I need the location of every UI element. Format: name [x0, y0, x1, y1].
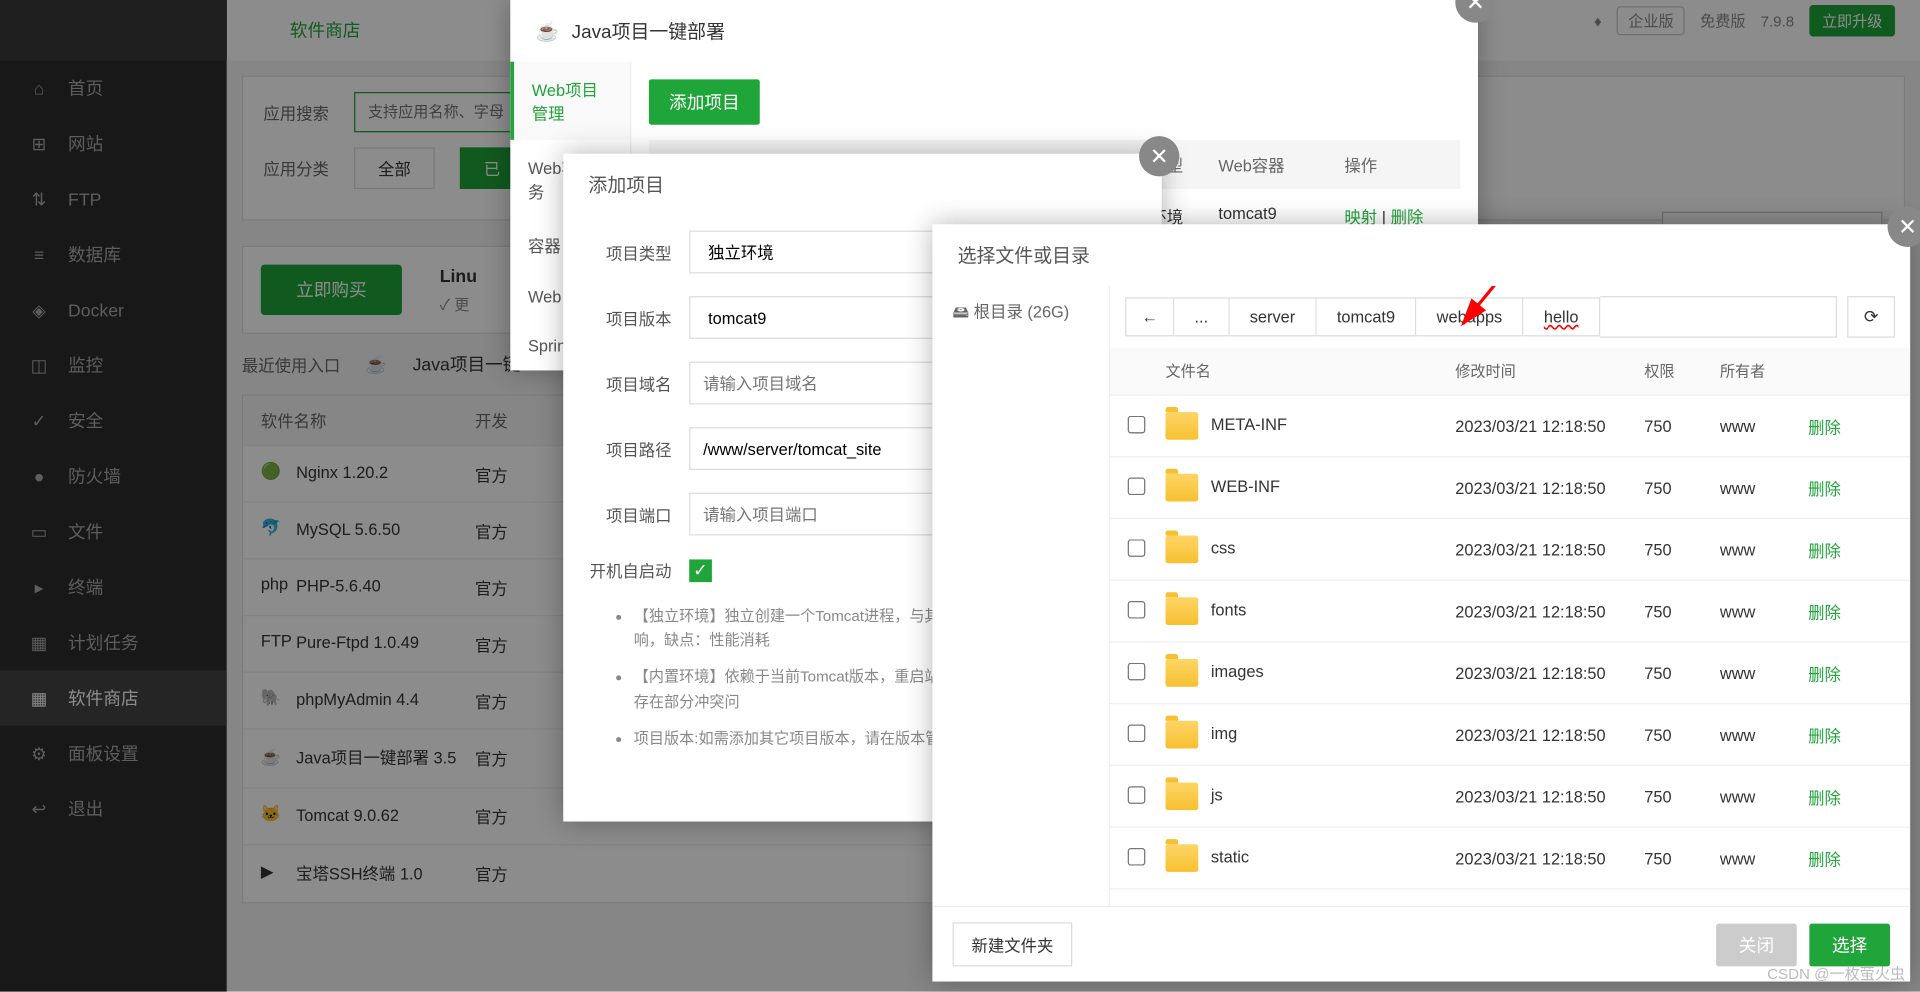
file-perm: 750 — [1644, 478, 1720, 497]
folder-icon — [1166, 659, 1199, 687]
file-perm: 750 — [1644, 787, 1720, 806]
file-mtime: 2023/03/21 12:18:50 — [1455, 849, 1644, 868]
file-perm: 750 — [1644, 540, 1720, 559]
file-mtime: 2023/03/21 12:18:50 — [1455, 416, 1644, 435]
port-label: 项目端口 — [588, 502, 689, 526]
select-button[interactable]: 选择 — [1809, 923, 1890, 966]
auto-checkbox[interactable]: ✓ — [689, 559, 712, 582]
file-mtime: 2023/03/21 12:18:50 — [1455, 602, 1644, 621]
close-icon[interactable]: ✕ — [1139, 136, 1179, 176]
folder-icon — [1166, 782, 1199, 810]
file-mtime: 2023/03/21 12:18:50 — [1455, 787, 1644, 806]
file-perm: 750 — [1644, 849, 1720, 868]
folder-icon — [1166, 474, 1199, 502]
back-button[interactable]: ← — [1125, 297, 1174, 336]
col-mtime: 修改时间 — [1455, 360, 1644, 381]
modal-side-tab[interactable]: Web项目管理 — [510, 62, 630, 140]
java-icon: ☕ — [536, 20, 560, 43]
file-delete-link[interactable]: 删除 — [1808, 723, 1884, 747]
auto-label: 开机自启动 — [588, 558, 689, 582]
modal3-title: 选择文件或目录 — [932, 224, 1910, 286]
file-owner: www — [1720, 602, 1808, 621]
path-label: 项目路径 — [588, 437, 689, 461]
file-row[interactable]: WEB-INF 2023/03/21 12:18:50 750 www 删除 — [1110, 457, 1910, 519]
file-row[interactable]: fonts 2023/03/21 12:18:50 750 www 删除 — [1110, 581, 1910, 643]
file-checkbox[interactable] — [1128, 415, 1146, 433]
file-delete-link[interactable]: 删除 — [1808, 537, 1884, 561]
newdir-button[interactable]: 新建文件夹 — [953, 922, 1073, 966]
file-checkbox[interactable] — [1128, 847, 1146, 865]
file-owner: www — [1720, 849, 1808, 868]
col-filename: 文件名 — [1166, 360, 1456, 381]
file-delete-link[interactable]: 删除 — [1808, 599, 1884, 623]
folder-icon — [1166, 536, 1199, 564]
file-browser-modal: ✕ 选择文件或目录 🖴 根目录 (26G) ← ...servertomcat9… — [932, 224, 1910, 981]
file-checkbox[interactable] — [1128, 662, 1146, 680]
breadcrumb-segment[interactable]: server — [1230, 297, 1317, 336]
folder-icon — [1166, 597, 1199, 625]
file-delete-link[interactable]: 删除 — [1808, 784, 1884, 808]
breadcrumb: ← ...servertomcat9webappshello ⟳ — [1110, 286, 1910, 348]
file-checkbox[interactable] — [1128, 786, 1146, 804]
file-perm: 750 — [1644, 602, 1720, 621]
folder-icon — [1166, 412, 1199, 440]
file-owner: www — [1720, 540, 1808, 559]
folder-icon — [1166, 721, 1199, 749]
add-project-button[interactable]: 添加项目 — [649, 79, 760, 124]
file-checkbox[interactable] — [1128, 600, 1146, 618]
modal2-title: 添加项目 — [563, 154, 1162, 216]
file-delete-link[interactable]: 删除 — [1808, 846, 1884, 870]
file-owner: www — [1720, 478, 1808, 497]
file-row[interactable]: images 2023/03/21 12:18:50 750 www 删除 — [1110, 643, 1910, 705]
domain-label: 项目域名 — [588, 371, 689, 395]
file-checkbox[interactable] — [1128, 539, 1146, 557]
file-checkbox[interactable] — [1128, 724, 1146, 742]
file-row[interactable]: META-INF 2023/03/21 12:18:50 750 www 删除 — [1110, 396, 1910, 458]
close-button[interactable]: 关闭 — [1716, 923, 1797, 966]
watermark: CSDN @一枚萤火虫 — [1767, 963, 1905, 984]
file-owner: www — [1720, 787, 1808, 806]
col-ops: 操作 — [1344, 152, 1445, 176]
file-owner: www — [1720, 725, 1808, 744]
file-mtime: 2023/03/21 12:18:50 — [1455, 478, 1644, 497]
close-icon[interactable]: ✕ — [1887, 207, 1920, 247]
col-perm: 权限 — [1644, 360, 1720, 381]
file-perm: 750 — [1644, 416, 1720, 435]
file-mtime: 2023/03/21 12:18:50 — [1455, 540, 1644, 559]
file-perm: 750 — [1644, 725, 1720, 744]
file-delete-link[interactable]: 删除 — [1808, 476, 1884, 500]
file-owner: www — [1720, 663, 1808, 682]
modal1-title: Java项目一键部署 — [572, 18, 725, 44]
file-owner: www — [1720, 416, 1808, 435]
file-mtime: 2023/03/21 12:18:50 — [1455, 663, 1644, 682]
version-label: 项目版本 — [588, 306, 689, 330]
disk-icon: 🖴 — [953, 302, 970, 321]
col-owner: 所有者 — [1720, 360, 1808, 381]
file-delete-link[interactable]: 删除 — [1808, 661, 1884, 685]
root-label[interactable]: 根目录 (26G) — [974, 302, 1070, 321]
file-delete-link[interactable]: 删除 — [1808, 414, 1884, 438]
file-mtime: 2023/03/21 12:18:50 — [1455, 725, 1644, 744]
breadcrumb-segment[interactable]: ... — [1174, 297, 1229, 336]
file-row[interactable]: static 2023/03/21 12:18:50 750 www 删除 — [1110, 828, 1910, 890]
file-row[interactable]: js 2023/03/21 12:18:50 750 www 删除 — [1110, 766, 1910, 828]
type-label: 项目类型 — [588, 240, 689, 264]
file-row[interactable]: img 2023/03/21 12:18:50 750 www 删除 — [1110, 704, 1910, 766]
col-container: Web容器 — [1218, 152, 1344, 176]
breadcrumb-segment[interactable]: webapps — [1417, 297, 1524, 336]
breadcrumb-segment[interactable]: tomcat9 — [1317, 297, 1417, 336]
file-row[interactable]: css 2023/03/21 12:18:50 750 www 删除 — [1110, 519, 1910, 581]
file-perm: 750 — [1644, 663, 1720, 682]
breadcrumb-segment[interactable]: hello — [1524, 297, 1600, 336]
folder-icon — [1166, 844, 1199, 872]
refresh-button[interactable]: ⟳ — [1847, 296, 1895, 338]
file-checkbox[interactable] — [1128, 477, 1146, 495]
